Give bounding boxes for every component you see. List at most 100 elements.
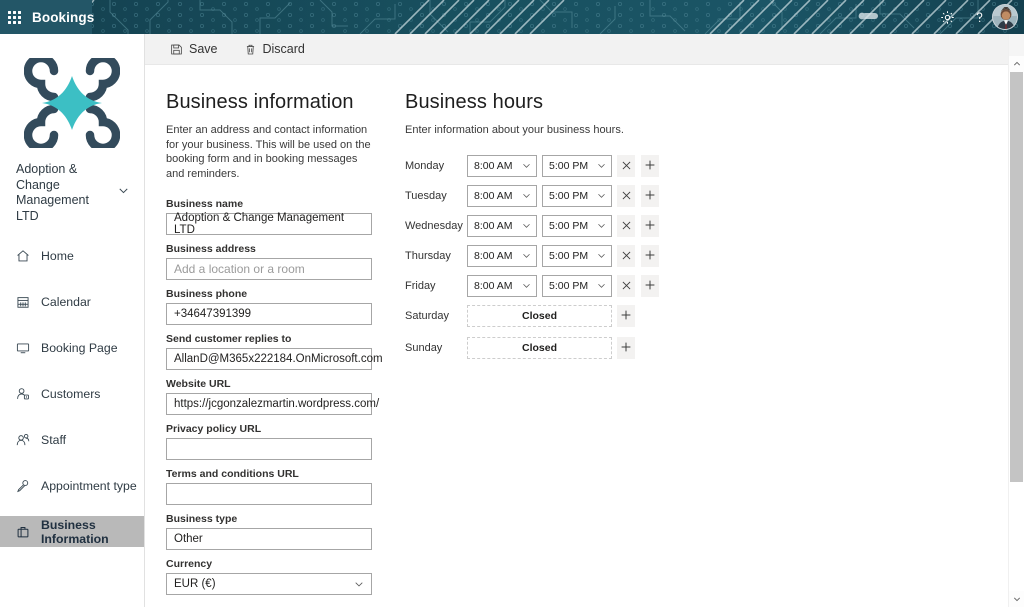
scroll-down-arrow-icon[interactable] bbox=[1009, 591, 1024, 607]
chevron-down-icon bbox=[353, 578, 365, 590]
day-label: Thursday bbox=[405, 250, 467, 262]
business-name-input[interactable]: Adoption & Change Management LTD bbox=[166, 213, 372, 235]
field-label: Terms and conditions URL bbox=[166, 468, 396, 480]
end-time-value: 5:00 PM bbox=[549, 190, 588, 202]
currency-select[interactable]: EUR (€) bbox=[166, 573, 372, 595]
business-address-input[interactable]: Add a location or a room bbox=[166, 258, 372, 280]
sidebar-item-booking-page[interactable]: Booking Page bbox=[0, 332, 144, 363]
customer-replies-input[interactable]: AllanD@M365x222184.OnMicrosoft.com bbox=[166, 348, 372, 370]
add-hours-button[interactable] bbox=[641, 155, 659, 177]
sidebar-item-appointment-type[interactable]: Appointment type bbox=[0, 470, 144, 501]
day-label: Wednesday bbox=[405, 220, 467, 232]
day-label: Friday bbox=[405, 280, 467, 292]
business-information-column: Business information Enter an address an… bbox=[166, 65, 396, 607]
close-x-icon bbox=[622, 157, 631, 175]
plus-icon bbox=[645, 217, 655, 235]
end-time-value: 5:00 PM bbox=[549, 160, 588, 172]
privacy-policy-url-input[interactable] bbox=[166, 438, 372, 460]
closed-indicator: Closed bbox=[467, 337, 612, 359]
field-website-url: Website URL https://jcgonzalezmartin.wor… bbox=[166, 378, 396, 415]
close-x-icon bbox=[622, 187, 631, 205]
start-time-select[interactable]: 8:00 AM bbox=[467, 215, 537, 237]
chevron-down-icon bbox=[596, 190, 607, 201]
end-time-select[interactable]: 5:00 PM bbox=[542, 155, 612, 177]
sidebar-item-label: Calendar bbox=[41, 295, 91, 309]
field-label: Business phone bbox=[166, 288, 396, 300]
scroll-up-arrow-icon[interactable] bbox=[1009, 56, 1024, 72]
sidebar-item-business-information[interactable]: Business Information bbox=[0, 516, 144, 547]
org-name: Adoption & Change Management LTD bbox=[16, 162, 115, 224]
start-time-select[interactable]: 8:00 AM bbox=[467, 245, 537, 267]
briefcase-icon bbox=[14, 523, 32, 541]
org-switcher[interactable]: Adoption & Change Management LTD bbox=[0, 162, 144, 224]
start-time-select[interactable]: 8:00 AM bbox=[467, 185, 537, 207]
wrench-icon bbox=[14, 477, 32, 495]
plus-icon bbox=[621, 307, 631, 325]
sidebar-item-calendar[interactable]: Calendar bbox=[0, 286, 144, 317]
day-label: Saturday bbox=[405, 310, 467, 322]
terms-conditions-url-input[interactable] bbox=[166, 483, 372, 505]
save-button[interactable]: Save bbox=[160, 34, 228, 65]
sidebar-item-staff[interactable]: Staff bbox=[0, 424, 144, 455]
close-x-icon bbox=[622, 217, 631, 235]
add-hours-button[interactable] bbox=[641, 275, 659, 297]
remove-hours-button[interactable] bbox=[617, 275, 635, 297]
add-hours-button[interactable] bbox=[641, 215, 659, 237]
monitor-icon bbox=[14, 339, 32, 357]
drone-quadcopter-logo bbox=[24, 58, 120, 148]
add-hours-button[interactable] bbox=[617, 337, 635, 359]
start-time-value: 8:00 AM bbox=[474, 190, 513, 202]
end-time-select[interactable]: 5:00 PM bbox=[542, 185, 612, 207]
field-terms-conditions-url: Terms and conditions URL bbox=[166, 468, 396, 505]
hours-row: Sunday Closed bbox=[405, 337, 705, 359]
sidebar-item-customers[interactable]: Customers bbox=[0, 378, 144, 409]
remove-hours-button[interactable] bbox=[617, 155, 635, 177]
remove-hours-button[interactable] bbox=[617, 185, 635, 207]
business-type-input[interactable]: Other bbox=[166, 528, 372, 550]
end-time-select[interactable]: 5:00 PM bbox=[542, 215, 612, 237]
sidebar-item-label: Staff bbox=[41, 433, 66, 447]
sidebar-item-home[interactable]: Home bbox=[0, 240, 144, 271]
start-time-value: 8:00 AM bbox=[474, 250, 513, 262]
field-business-address: Business address Add a location or a roo… bbox=[166, 243, 396, 280]
start-time-value: 8:00 AM bbox=[474, 220, 513, 232]
close-x-icon bbox=[622, 277, 631, 295]
start-time-select[interactable]: 8:00 AM bbox=[467, 155, 537, 177]
suite-brand-block[interactable]: Bookings bbox=[0, 0, 92, 34]
scrollbar-thumb[interactable] bbox=[1010, 72, 1023, 482]
add-hours-button[interactable] bbox=[641, 245, 659, 267]
chevron-down-icon bbox=[521, 220, 532, 231]
remove-hours-button[interactable] bbox=[617, 215, 635, 237]
business-hours-column: Business hours Enter information about y… bbox=[405, 65, 705, 367]
business-information-heading: Business information bbox=[166, 91, 396, 114]
day-label: Monday bbox=[405, 160, 467, 172]
question-mark-icon[interactable] bbox=[964, 0, 994, 34]
end-time-select[interactable]: 5:00 PM bbox=[542, 245, 612, 267]
gear-icon[interactable] bbox=[932, 0, 962, 34]
plus-icon bbox=[645, 277, 655, 295]
vertical-scrollbar[interactable] bbox=[1008, 34, 1024, 607]
chevron-down-icon bbox=[521, 160, 532, 171]
business-phone-input[interactable]: +34647391399 bbox=[166, 303, 372, 325]
suite-header-bar: Bookings bbox=[0, 0, 1024, 34]
hours-row: Saturday Closed bbox=[405, 305, 705, 327]
end-time-select[interactable]: 5:00 PM bbox=[542, 275, 612, 297]
chevron-down-icon bbox=[596, 220, 607, 231]
scrollbar-track-top[interactable] bbox=[1009, 34, 1024, 56]
calendar-icon bbox=[14, 293, 32, 311]
remove-hours-button[interactable] bbox=[617, 245, 635, 267]
website-url-input[interactable]: https://jcgonzalezmartin.wordpress.com/ bbox=[166, 393, 372, 415]
command-bar: Save Discard bbox=[145, 34, 1024, 65]
start-time-select[interactable]: 8:00 AM bbox=[467, 275, 537, 297]
chevron-down-icon bbox=[521, 190, 532, 201]
discard-button[interactable]: Discard bbox=[234, 34, 315, 65]
app-launcher-waffle-icon[interactable] bbox=[8, 0, 21, 34]
add-hours-button[interactable] bbox=[641, 185, 659, 207]
currency-value: EUR (€) bbox=[174, 578, 216, 590]
add-hours-button[interactable] bbox=[617, 305, 635, 327]
trash-can-icon bbox=[244, 43, 257, 56]
field-currency: Currency EUR (€) bbox=[166, 558, 396, 595]
hours-row: Tuesday 8:00 AM 5:00 PM bbox=[405, 185, 705, 207]
avatar[interactable] bbox=[992, 4, 1018, 30]
save-floppy-icon bbox=[170, 43, 183, 56]
